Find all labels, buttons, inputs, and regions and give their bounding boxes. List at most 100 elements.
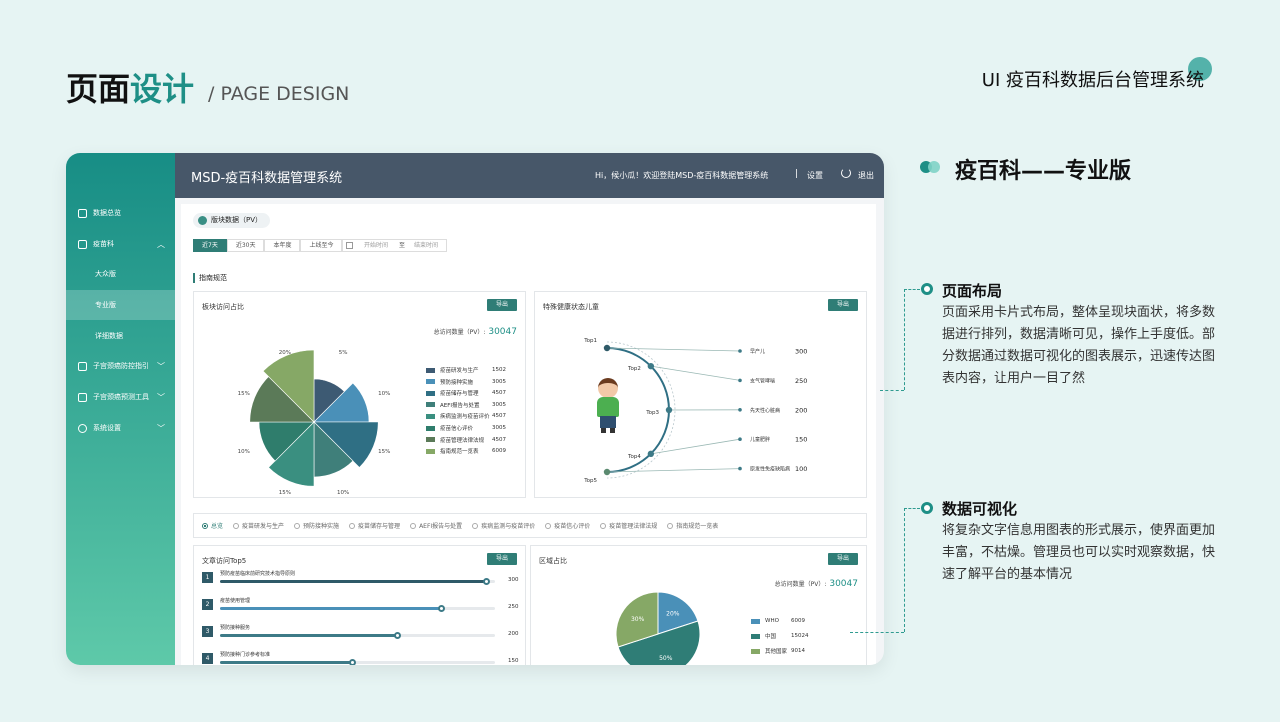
- gear-icon: [78, 423, 87, 433]
- filter-label: AEFI报告与处置: [419, 523, 463, 530]
- page-title-main: 页面: [66, 70, 131, 108]
- category-label: 儿童肥胖: [750, 436, 770, 443]
- rank-label: Top2: [627, 366, 641, 372]
- legend-item: AEFI报告与处置 3005: [426, 401, 506, 409]
- legend-item: WHO 6009: [751, 617, 805, 625]
- filter-label: 预防接种实施: [303, 523, 340, 530]
- page-title-en: / PAGE DESIGN: [208, 83, 350, 105]
- filter-label: 总览: [211, 523, 224, 530]
- radio-circle[interactable]: [233, 522, 240, 529]
- article-row[interactable]: 1 预防疫苗临床前研究技术指导原则 300: [202, 570, 519, 590]
- category-value: 250: [795, 377, 807, 385]
- tab-7days[interactable]: 近7天: [193, 239, 227, 252]
- sidebar-item-vaccine[interactable]: 疫苗科 ︿: [66, 229, 175, 259]
- radio-circle[interactable]: [667, 522, 674, 529]
- article-title: 预防接种服务: [220, 625, 251, 631]
- legend-item: 中国 15024: [751, 632, 809, 640]
- filter-option[interactable]: 指南规范一览表: [667, 521, 718, 530]
- sidebar-item-public[interactable]: 大众版: [66, 259, 175, 289]
- connector-line: [904, 289, 905, 390]
- legend-value: 9014: [791, 648, 805, 654]
- connector-line: [904, 289, 920, 290]
- sidebar-item-overview[interactable]: 数据总览: [66, 198, 175, 228]
- radio-circle[interactable]: [410, 522, 417, 529]
- filter-option[interactable]: 总览: [202, 521, 223, 530]
- legend-label: 其他国家: [765, 649, 788, 655]
- radio-circle[interactable]: [545, 522, 552, 529]
- filter-option[interactable]: 疫苗研发与生产: [233, 521, 284, 530]
- filter-option[interactable]: AEFI报告与处置: [410, 521, 462, 530]
- settings-link[interactable]: 设置: [807, 170, 823, 181]
- sidebar-item-label: 大众版: [95, 270, 116, 278]
- filter-label: 疫苗研发与生产: [242, 523, 285, 530]
- legend-swatch: [751, 648, 760, 654]
- vaccine-icon: [78, 239, 87, 249]
- logout-link[interactable]: 退出: [858, 170, 874, 181]
- layout-section-title: 页面布局: [942, 282, 1003, 300]
- connector-line: [904, 508, 905, 632]
- viz-section-title: 数据可视化: [942, 500, 1018, 518]
- end-dot: [738, 466, 742, 471]
- export-button[interactable]: 导出: [828, 553, 858, 565]
- connector-line: [880, 390, 904, 391]
- radio-circle[interactable]: [202, 522, 208, 529]
- app-window: 数据总览 疫苗科 ︿ 大众版 专业版 详细数据 子宫颈癌防控指引 ﹀ 子宫颈癌预测工…: [66, 153, 884, 665]
- bar-value: 250: [508, 604, 519, 610]
- radio-circle[interactable]: [472, 522, 479, 529]
- article-row[interactable]: 2 疫苗使用管理 250: [202, 597, 519, 617]
- tab-30days[interactable]: 近30天: [226, 239, 265, 252]
- radio-circle[interactable]: [349, 522, 356, 529]
- export-button[interactable]: 导出: [487, 299, 517, 311]
- legend-label: 疾病监测与疫苗评价: [440, 414, 490, 421]
- bar-track: [220, 605, 495, 612]
- radio-circle[interactable]: [600, 522, 607, 529]
- tab-this-year[interactable]: 本年度: [264, 239, 301, 252]
- filter-option[interactable]: 疫苗信心评价: [545, 521, 590, 530]
- filter-radio-group: 总览 疫苗研发与生产 预防接种实施 疫苗储存与管理 AEFI报告与处置 疾病监测与疫苗评价…: [193, 513, 867, 538]
- export-button[interactable]: 导出: [487, 553, 517, 565]
- end-dot: [738, 378, 742, 383]
- tab-all-time[interactable]: 上线至今: [300, 239, 343, 252]
- sidebar-item-detail[interactable]: 详细数据: [66, 321, 175, 351]
- rank-node: [665, 406, 673, 414]
- sidebar-item-cervical-tool[interactable]: 子宫颈癌预测工具 ﹀: [66, 382, 175, 412]
- filter-option[interactable]: 预防接种实施: [294, 521, 339, 530]
- legend-label: 指南规范一览表: [440, 449, 479, 456]
- export-button[interactable]: 导出: [828, 299, 858, 311]
- chart-icon: [78, 392, 87, 402]
- card-title: 区域占比: [539, 557, 567, 565]
- end-dot: [738, 408, 742, 412]
- bar-track: [220, 659, 495, 665]
- layout-section-body: 页面采用卡片式布局，整体呈现块面状，将多数据进行排列，数据清晰可见，操作上手度低…: [942, 305, 1216, 386]
- category-label: 原发性免疫缺陷病: [750, 466, 790, 473]
- legend-item: 指南规范一览表 6009: [426, 447, 506, 456]
- filter-option[interactable]: 疫苗管理法律法规: [600, 521, 657, 530]
- sidebar-item-label: 子宫颈癌防控指引: [93, 362, 149, 370]
- bullet-dot: [921, 502, 933, 514]
- article-row[interactable]: 3 预防接种服务 200: [202, 624, 519, 644]
- divider: |: [795, 169, 799, 179]
- bar-track: [220, 578, 495, 585]
- total-value: 30047: [488, 327, 517, 337]
- filter-label: 疫苗储存与管理: [358, 523, 401, 530]
- filter-option[interactable]: 疫苗储存与管理: [349, 521, 400, 530]
- section-heading: 指南规范: [193, 273, 227, 283]
- date-range-picker[interactable]: 开始时间 至 结束时间: [341, 239, 447, 252]
- category-value: 300: [795, 348, 807, 356]
- total-value: 30047: [829, 579, 858, 589]
- legend-value: 6009: [791, 618, 805, 624]
- breadcrumb-label: 版块数据（PV）: [211, 216, 263, 224]
- article-row[interactable]: 4 预防接种门诊参考标准 150: [202, 651, 519, 665]
- power-icon[interactable]: [841, 168, 851, 178]
- legend-label: 疫苗信心评价: [440, 426, 474, 432]
- sidebar-item-cervical-guide[interactable]: 子宫颈癌防控指引 ﹀: [66, 351, 175, 381]
- total-label: 总访问数量（PV）:: [433, 329, 486, 336]
- sidebar-item-settings[interactable]: 系统设置 ﹀: [66, 413, 175, 443]
- decor-dot: [928, 161, 940, 173]
- sidebar-item-pro[interactable]: 专业版: [66, 290, 175, 320]
- slice-label: 15%: [378, 449, 390, 455]
- radio-circle[interactable]: [294, 522, 301, 529]
- filter-option[interactable]: 疾病监测与疫苗评价: [472, 521, 535, 530]
- main-panel: 版块数据（PV） 近7天 近30天 本年度 上线至今 开始时间 至 结束时间 指…: [181, 204, 876, 665]
- rank-badge: 2: [202, 599, 213, 610]
